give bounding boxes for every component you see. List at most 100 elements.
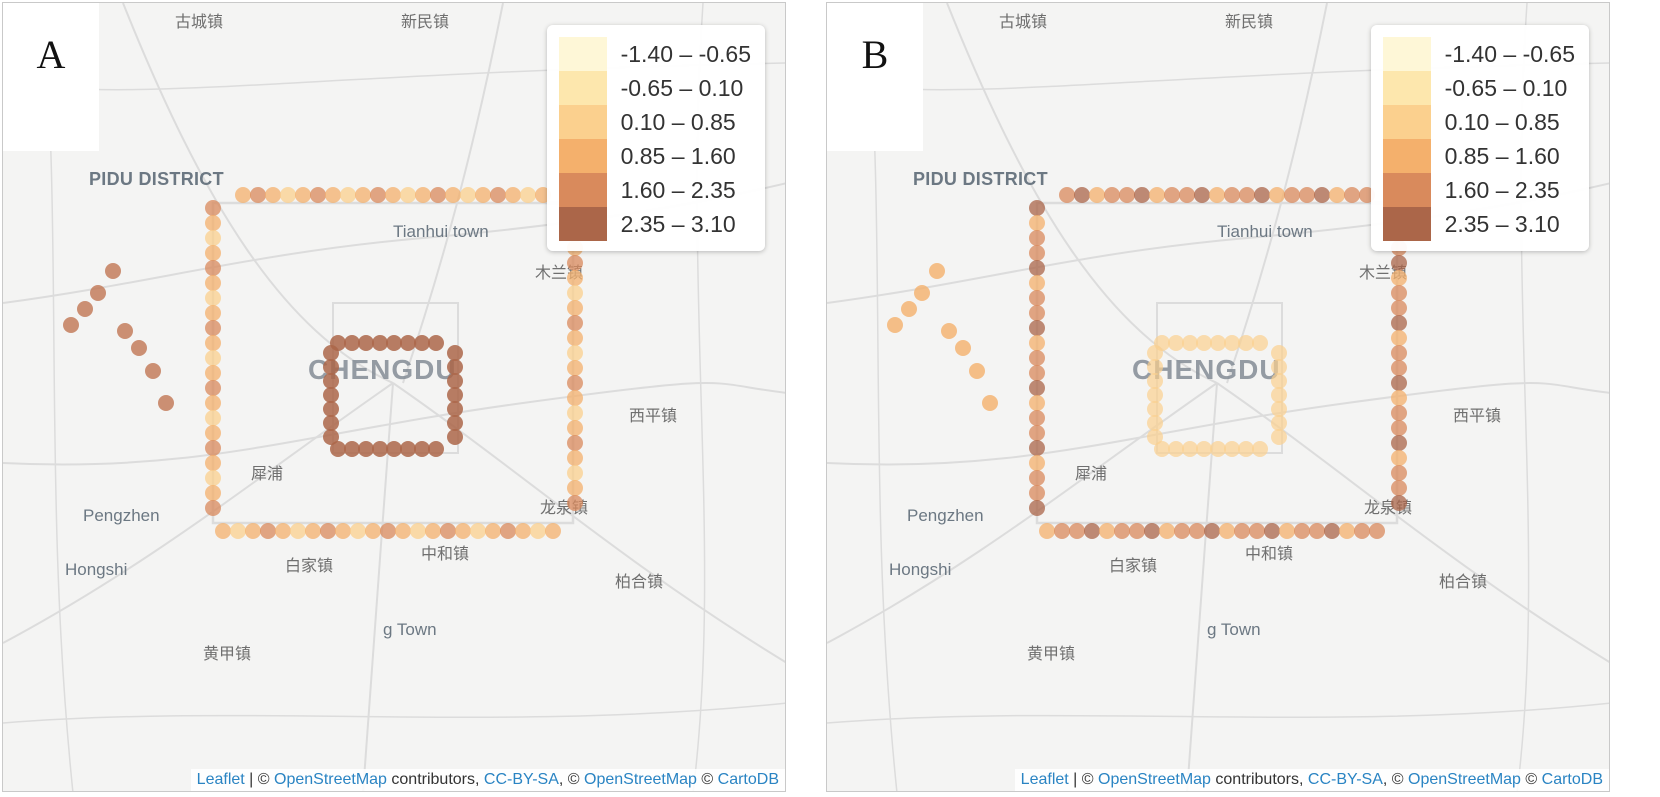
data-point [1147,429,1163,445]
legend-row: -0.65 – 0.10 [558,71,751,105]
data-point [340,187,356,203]
data-point [386,335,402,351]
data-point [567,390,583,406]
label-xipu: 犀浦 [1075,464,1107,483]
data-point [205,425,221,441]
data-point [1271,345,1287,361]
data-point [323,401,339,417]
legend-row: -1.40 – -0.65 [558,37,751,71]
data-point [400,187,416,203]
data-point [1279,523,1295,539]
data-point [205,260,221,276]
osm-link[interactable]: OpenStreetMap [274,771,387,788]
data-point [1391,330,1407,346]
data-point [475,187,491,203]
data-point [447,429,463,445]
label-xinmin: 新民镇 [401,12,449,31]
data-point [1391,495,1407,511]
data-point [1391,345,1407,361]
label-pidu: PIDU DISTRICT [89,169,224,189]
attribution-text: © [1520,771,1542,788]
data-point [1147,373,1163,389]
data-point [386,441,402,457]
data-point [1179,187,1195,203]
data-point [77,301,93,317]
legend-swatch [1382,105,1431,139]
data-point [131,340,147,356]
label-baihe: 柏合镇 [615,572,663,591]
data-point [323,359,339,375]
legend: -1.40 – -0.65 -0.65 – 0.10 0.10 – 0.85 0… [1370,25,1589,251]
data-point [235,187,251,203]
data-point [358,441,374,457]
label-zhonghe: 中和镇 [421,544,469,563]
data-point [447,387,463,403]
attribution-text: © [696,771,718,788]
legend-label: 1.60 – 2.35 [1444,176,1560,203]
data-point [1147,415,1163,431]
legend-swatch [1382,207,1431,241]
data-point [1249,523,1265,539]
osm-link[interactable]: OpenStreetMap [584,771,697,788]
data-point [1354,523,1370,539]
data-point [1219,523,1235,539]
legend-label: -0.65 – 0.10 [620,74,744,101]
data-point [1210,441,1226,457]
license-link[interactable]: CC-BY-SA [1308,771,1383,788]
data-point [914,285,930,301]
map-panel-a[interactable]: 古城镇 新民镇 PIDU DISTRICT Tianhui town 木兰镇 C… [2,2,786,792]
attribution-text: contributors, [1210,771,1308,788]
data-point [1029,215,1045,231]
data-point [400,335,416,351]
data-point [1271,401,1287,417]
data-point [205,470,221,486]
data-point [265,187,281,203]
data-point [1252,335,1268,351]
data-point [415,187,431,203]
data-point [1391,375,1407,391]
label-tianhui: Tianhui town [393,222,489,241]
data-point [1284,187,1300,203]
data-point [205,455,221,471]
data-point [305,523,321,539]
license-link[interactable]: CC-BY-SA [484,771,559,788]
data-point [1204,523,1220,539]
leaflet-link[interactable]: Leaflet [1021,771,1069,788]
osm-link[interactable]: OpenStreetMap [1098,771,1211,788]
data-point [1391,405,1407,421]
leaflet-link[interactable]: Leaflet [197,771,245,788]
label-zhonghe: 中和镇 [1245,544,1293,563]
data-point [400,441,416,457]
legend-label: 0.85 – 1.60 [1444,142,1560,169]
label-huangjia: 黄甲镇 [203,644,251,663]
cartodb-link[interactable]: CartoDB [718,771,779,788]
data-point [1059,187,1075,203]
legend-row: 1.60 – 2.35 [1382,173,1575,207]
data-point [1069,523,1085,539]
osm-link[interactable]: OpenStreetMap [1408,771,1521,788]
data-point [490,187,506,203]
data-point [205,305,221,321]
data-point [1391,480,1407,496]
data-point [982,395,998,411]
map-panel-b[interactable]: 古城镇 新民镇 PIDU DISTRICT Tianhui town 木兰镇 C… [826,2,1610,792]
data-point [1029,425,1045,441]
data-point [1084,523,1100,539]
data-point [485,523,501,539]
legend-row: 0.85 – 1.60 [1382,139,1575,173]
data-point [1129,523,1145,539]
data-point [447,401,463,417]
cartodb-link[interactable]: CartoDB [1542,771,1603,788]
data-point [445,187,461,203]
data-point [1299,187,1315,203]
attribution-text: | © [244,771,274,788]
data-point [414,441,430,457]
data-point [1147,345,1163,361]
data-point [205,350,221,366]
data-point [1164,187,1180,203]
data-point [1271,359,1287,375]
data-point [567,255,583,271]
data-point [1147,401,1163,417]
data-point [567,495,583,511]
data-point [1391,285,1407,301]
